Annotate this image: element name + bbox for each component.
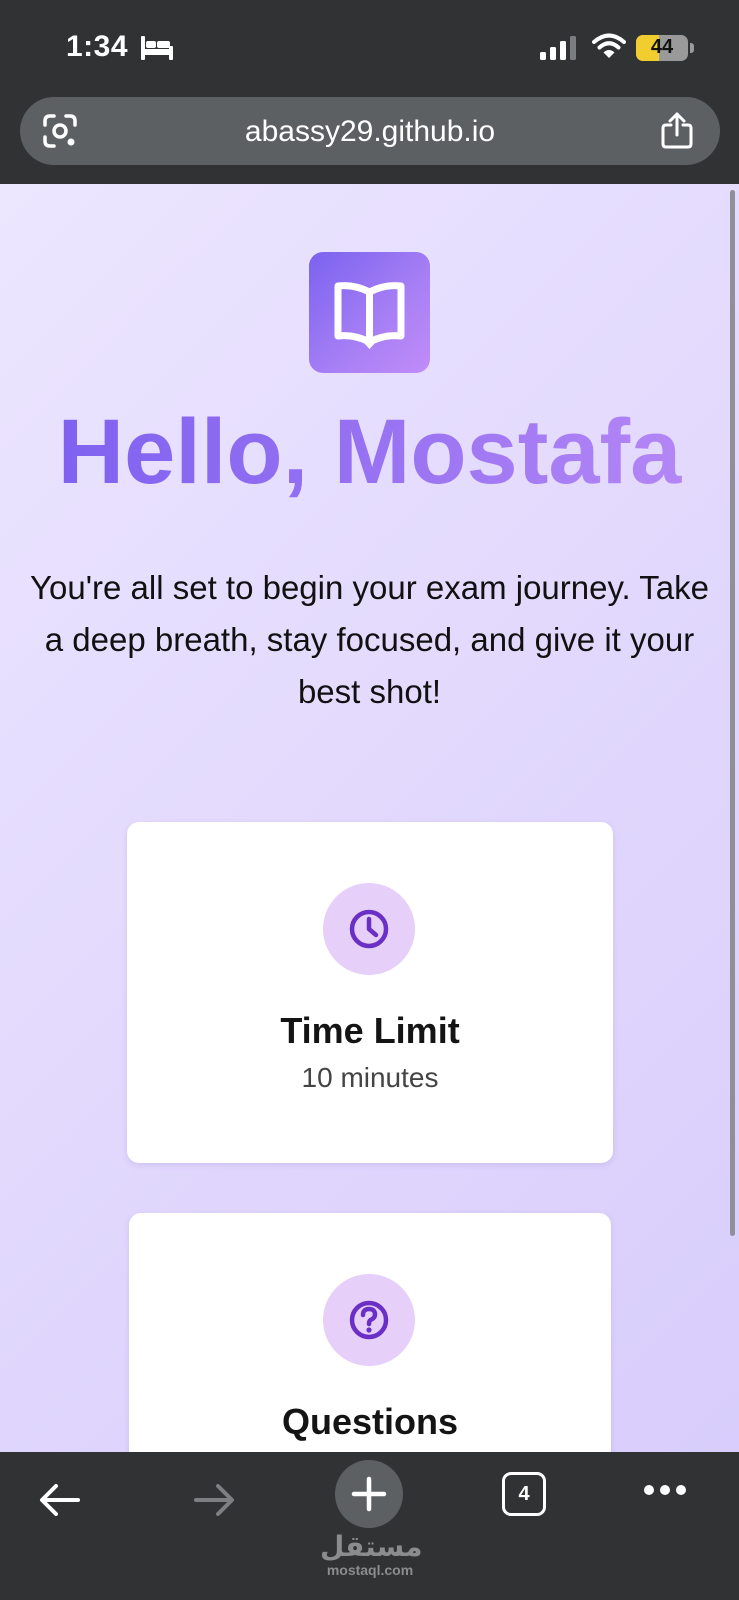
card-icon-badge: [323, 883, 415, 975]
battery-indicator: 44: [636, 35, 688, 61]
signal-icon: [540, 36, 576, 60]
greeting-heading: Hello, Mostafa: [0, 406, 739, 498]
plus-icon: [351, 1476, 387, 1512]
logo-tile: [309, 252, 430, 373]
share-icon[interactable]: [660, 111, 694, 149]
info-card-time-limit: Time Limit 10 minutes: [127, 822, 613, 1163]
battery-level: 44: [650, 36, 674, 58]
card-icon-badge: [323, 1274, 415, 1366]
tab-switcher-button[interactable]: 4: [502, 1472, 546, 1516]
status-bar: 1:34 44: [0, 0, 739, 95]
intro-text: You're all set to begin your exam journe…: [30, 569, 709, 710]
wifi-icon: [592, 33, 626, 58]
open-book-icon: [334, 282, 405, 349]
scrollbar-thumb[interactable]: [730, 190, 735, 1236]
web-page: Hello, Mostafa You're all set to begin y…: [0, 184, 739, 1452]
forward-arrow-icon[interactable]: [192, 1482, 236, 1518]
question-icon: [349, 1300, 389, 1340]
url-text[interactable]: abassy29.github.io: [20, 115, 720, 149]
battery-tip: [690, 43, 694, 53]
watermark-arabic: مستقل: [320, 1530, 423, 1563]
card-title: Time Limit: [280, 1010, 460, 1051]
more-menu-icon[interactable]: [642, 1482, 688, 1498]
bed-icon: [141, 36, 173, 60]
clock-icon: [349, 909, 389, 949]
info-card-questions: Questions: [129, 1213, 611, 1452]
new-tab-button[interactable]: [335, 1460, 403, 1528]
browser-toolbar: 4 مستقل mostaql.com: [0, 1452, 739, 1600]
url-bar[interactable]: abassy29.github.io: [20, 97, 720, 165]
watermark: مستقل mostaql.com: [320, 1530, 423, 1579]
back-arrow-icon[interactable]: [38, 1482, 82, 1518]
card-title: Questions: [281, 1401, 459, 1442]
status-time: 1:34: [66, 30, 129, 63]
card-subtitle: 10 minutes: [301, 1062, 439, 1093]
watermark-latin: mostaql.com: [326, 1562, 414, 1578]
